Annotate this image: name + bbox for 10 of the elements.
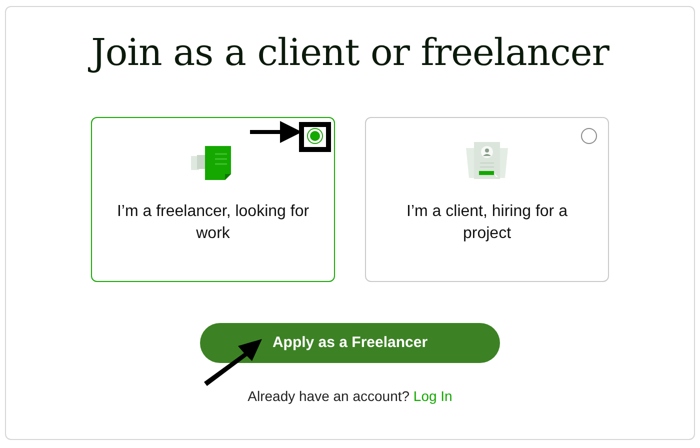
radio-button[interactable]: [581, 128, 597, 144]
option-label: I’m a client, hiring for a project: [406, 202, 568, 244]
annotation-arrow: [202, 337, 262, 387]
option-label: I’m a freelancer, looking for work: [116, 202, 310, 244]
apply-button[interactable]: Apply as a Freelancer: [200, 323, 500, 363]
annotation-arrow: [250, 119, 302, 145]
login-prompt: Already have an account? Log In: [248, 387, 452, 406]
radio-button[interactable]: [307, 128, 323, 144]
profile-card-icon: [466, 142, 508, 180]
option-card[interactable]: I’m a client, hiring for a project: [365, 117, 609, 282]
